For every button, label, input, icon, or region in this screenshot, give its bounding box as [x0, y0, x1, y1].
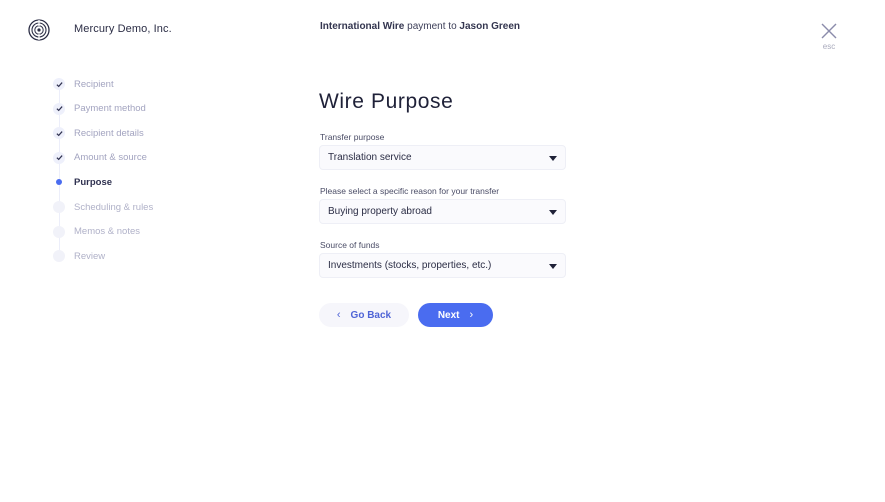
dropdown-caret-icon [549, 156, 557, 161]
pending-step-dot-icon [53, 250, 65, 263]
transfer-purpose-label: Transfer purpose [320, 132, 385, 142]
stepper-item-payment-method[interactable]: Payment method [53, 101, 146, 117]
esc-label: esc [822, 42, 836, 51]
specific-reason-value: Buying property abroad [328, 206, 432, 217]
dropdown-caret-icon [549, 210, 557, 215]
stepper-item-recipient[interactable]: Recipient [53, 76, 114, 92]
pending-step-dot-icon [53, 201, 65, 213]
page-header-title: International Wire payment to Jason Gree… [320, 21, 520, 32]
specific-reason-label: Please select a specific reason for your… [320, 186, 500, 196]
source-of-funds-value: Investments (stocks, properties, etc.) [328, 260, 492, 271]
company-name: Mercury Demo, Inc. [74, 23, 172, 35]
check-icon [53, 78, 65, 90]
specific-reason-select[interactable]: Buying property abroad [319, 199, 566, 224]
current-step-dot-icon [53, 176, 65, 188]
stepper-item-scheduling-rules: Scheduling & rules [53, 199, 153, 215]
check-icon [53, 151, 65, 164]
pending-step-dot-icon [53, 225, 65, 238]
stepper-item-label: Recipient details [74, 127, 144, 139]
stepper-item-label: Recipient [74, 78, 114, 90]
stepper-item-purpose: Purpose [53, 174, 112, 190]
next-button[interactable]: Next › [418, 303, 493, 327]
page-title: Wire Purpose [319, 90, 454, 113]
close-icon [821, 23, 837, 39]
check-icon [53, 102, 65, 115]
close-button[interactable]: esc [815, 22, 843, 56]
header-title-recipient: Jason Green [459, 21, 520, 32]
transfer-purpose-value: Translation service [328, 152, 412, 163]
next-label: Next [437, 309, 460, 321]
source-of-funds-select[interactable]: Investments (stocks, properties, etc.) [319, 253, 566, 278]
chevron-left-icon: ‹ [336, 309, 341, 321]
stepper-item-label: Purpose [74, 176, 113, 188]
stepper-item-label: Amount & source [74, 152, 147, 164]
stepper-item-label: Payment method [74, 103, 146, 115]
go-back-button[interactable]: ‹ Go Back [319, 303, 409, 327]
check-icon [53, 127, 65, 140]
stepper-item-amount-source[interactable]: Amount & source [53, 150, 147, 166]
header-title-mid: payment to [404, 21, 460, 32]
stepper-item-label: Scheduling & rules [74, 201, 154, 213]
chevron-right-icon: › [469, 309, 474, 321]
go-back-label: Go Back [350, 309, 392, 321]
transfer-purpose-select[interactable]: Translation service [319, 145, 566, 170]
mercury-logo-icon [28, 19, 50, 41]
stepper-item-label: Memos & notes [74, 226, 140, 238]
stepper-item-review: Review [53, 248, 105, 264]
stepper-item-memos-notes: Memos & notes [53, 224, 140, 240]
wire-payment-page: Mercury Demo, Inc. International Wire pa… [0, 0, 885, 502]
stepper-item-label: Review [74, 250, 106, 262]
header-title-type: International Wire [320, 21, 405, 32]
dropdown-caret-icon [549, 264, 557, 269]
source-of-funds-label: Source of funds [320, 240, 380, 250]
stepper-item-recipient-details[interactable]: Recipient details [53, 125, 144, 141]
